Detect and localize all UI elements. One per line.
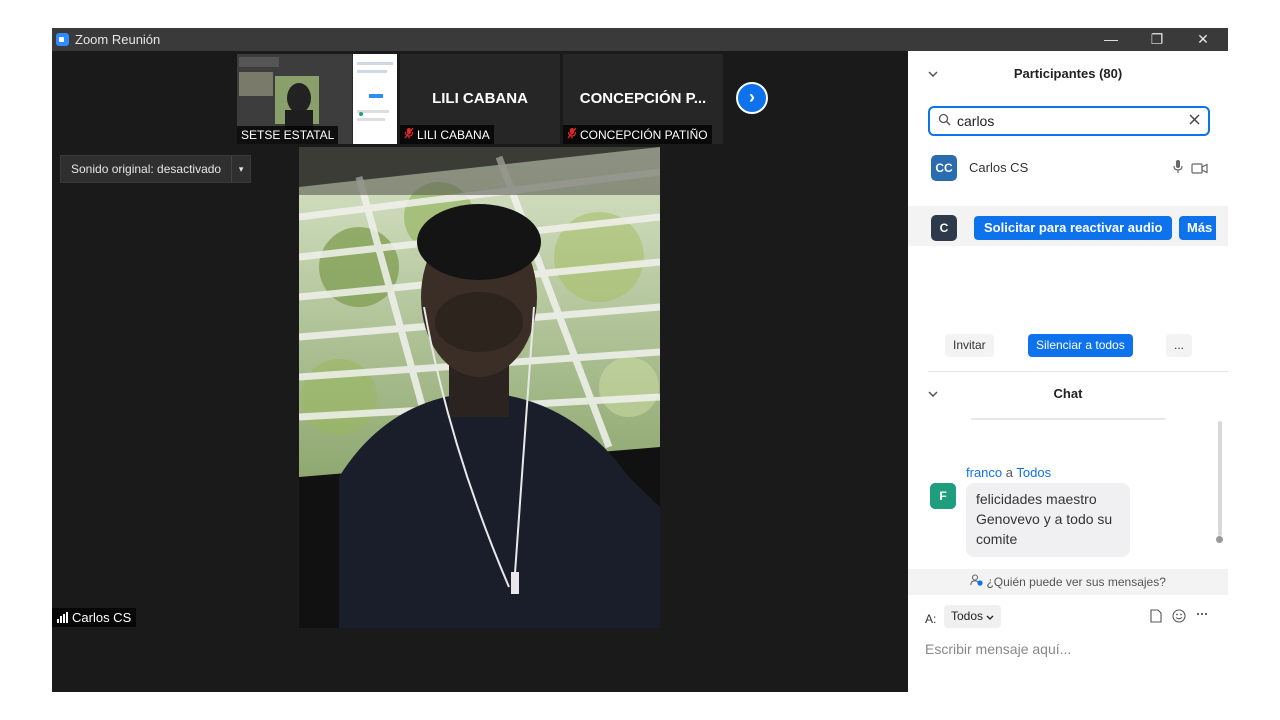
participant-name-label: LILI CABANA [417,127,490,142]
who-can-see-label: ¿Quién puede ver sus mensajes? [986,575,1166,589]
participant-name-label: CONCEPCIÓN PATIÑO [580,127,708,142]
signal-bars-icon [57,612,68,623]
next-page-arrow-icon[interactable]: › [736,82,768,114]
participant-search-input[interactable]: carlos [928,106,1210,136]
participant-row[interactable]: CC Carlos CS [908,155,1228,206]
title-bar: Zoom Reunión — ❐ ✕ [52,28,1228,51]
invite-button[interactable]: Invitar [945,334,994,357]
avatar: CC [931,155,957,181]
thumbnail-display-name: LILI CABANA [432,90,528,107]
message-input[interactable]: Escribir mensaje aquí... [925,641,1071,657]
video-area: SETSE ESTATAL LILI CABANA LILI CABANA CO… [52,51,908,692]
muted-mic-icon [567,127,577,142]
emoji-icon[interactable] [1172,609,1186,626]
message-recipient[interactable]: Todos [1016,465,1051,480]
mute-all-button[interactable]: Silenciar a todos [1028,334,1133,357]
recipient-value: Todos [951,609,984,623]
chat-scrollbar[interactable] [1218,421,1222,536]
chat-message-bubble: felicidades maestro Genovevo y a todo su… [966,483,1130,557]
more-options-icon[interactable] [1196,607,1208,624]
previous-message-edge [971,418,1166,420]
to-label: A: [925,612,937,626]
active-speaker-video [299,147,660,628]
message-connector: a [1005,465,1013,480]
microphone-icon[interactable] [1173,159,1183,179]
thumbnail-label: LILI CABANA [400,125,494,144]
zoom-app-icon [56,33,69,46]
minimize-button[interactable]: — [1088,28,1134,51]
close-button[interactable]: ✕ [1180,28,1226,51]
thumbnail-label: CONCEPCIÓN PATIÑO [563,125,712,144]
thumbnail-display-name: CONCEPCIÓN P... [579,90,707,107]
search-value: carlos [957,113,995,129]
chevron-down-icon[interactable]: ▾ [231,156,250,182]
thumbnail-lili-cabana[interactable]: LILI CABANA LILI CABANA [400,54,560,144]
thumbnail-concepcion-patino[interactable]: CONCEPCIÓN P... CONCEPCIÓN PATIÑO [563,54,723,144]
message-header: franco a Todos [966,465,1051,480]
who-can-see-messages[interactable]: ¿Quién puede ver sus mensajes? [908,569,1228,595]
speaker-video-frame [299,147,660,628]
speaker-name-tag: Carlos CS [52,608,137,627]
original-sound-toggle[interactable]: Sonido original: desactivado ▾ [60,155,252,183]
participant-row-hovered[interactable]: C Solicitar para reactivar audio Más [908,206,1228,246]
window-title: Zoom Reunión [75,32,161,47]
thumbnail-label: SETSE ESTATAL [237,126,339,144]
restore-button[interactable]: ❐ [1134,28,1180,51]
chat-title: Chat [1053,386,1083,401]
ask-to-unmute-button[interactable]: Solicitar para reactivar audio [974,216,1173,240]
side-panel: Participantes (80) carlos CC Carlos CS C… [908,51,1228,692]
more-button[interactable]: Más [1179,216,1216,240]
participant-name: Carlos CS [969,160,1029,175]
participant-name-label: SETSE ESTATAL [241,128,335,142]
message-sender[interactable]: franco [966,465,1002,480]
avatar: C [931,215,957,241]
clear-search-icon[interactable] [1189,112,1200,129]
participants-title: Participantes (80) [1013,66,1123,81]
person-visibility-icon [970,574,986,589]
original-sound-label: Sonido original: desactivado [71,162,222,176]
scroll-end-dot [1216,536,1223,543]
more-options-button[interactable]: ... [1166,334,1193,357]
recipient-select[interactable]: Todos [944,605,1002,628]
speaker-name: Carlos CS [72,610,132,625]
avatar: F [930,483,956,509]
divider [928,371,1228,372]
muted-mic-icon [404,127,414,142]
file-icon[interactable] [1150,609,1162,626]
search-icon [938,113,951,129]
zoom-window: Zoom Reunión — ❐ ✕ SETSE ESTATAL LILI CA… [52,28,1228,692]
thumbnail-setse-estatal[interactable]: SETSE ESTATAL [237,54,397,144]
video-camera-icon[interactable] [1191,161,1208,179]
chevron-down-icon [986,609,994,623]
